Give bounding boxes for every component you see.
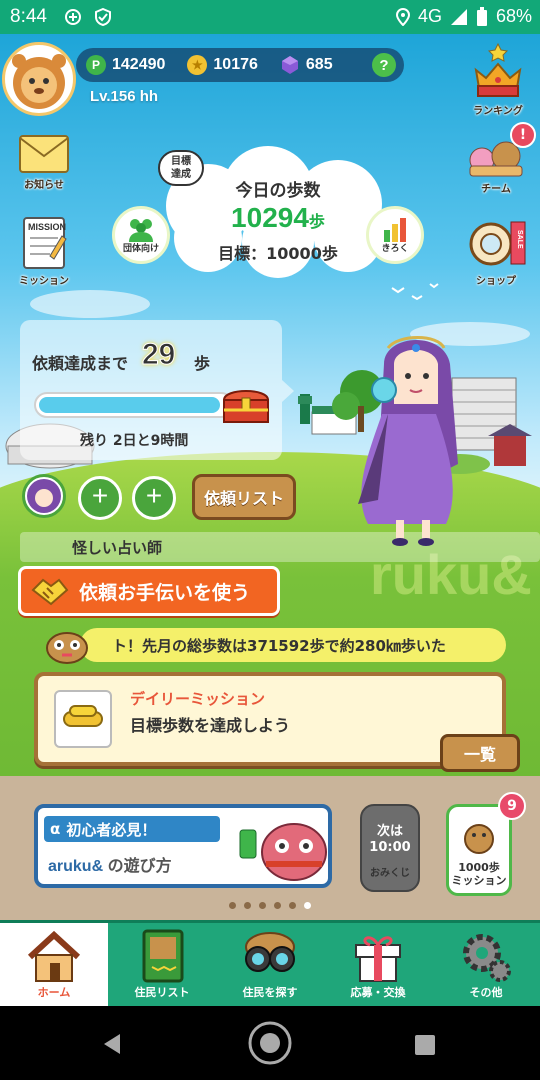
request-list-button[interactable]: 依頼リスト xyxy=(192,474,296,520)
coins-display: ★ 10176 xyxy=(187,55,258,75)
record-button[interactable]: きろく xyxy=(366,206,424,264)
data-saver-icon xyxy=(65,9,81,25)
add-resident-slot[interactable]: + xyxy=(78,476,122,520)
house-icon xyxy=(27,930,81,982)
player-level: Lv.156 hh xyxy=(90,88,159,105)
daily-mission-title: デイリーミッション xyxy=(130,690,266,708)
beginner-guide-banner[interactable]: α 初心者必見！ aruku& の遊び方 xyxy=(34,804,332,888)
shop-magnifier-icon: SALE xyxy=(469,221,526,266)
handshake-icon xyxy=(31,578,69,606)
use-request-help-button[interactable]: 依頼お手伝いを使う xyxy=(18,566,280,616)
banner-mascot-icon xyxy=(239,823,327,881)
carousel-indicator xyxy=(0,902,540,909)
request-panel: 依頼達成まで 29 歩 残り 2日と9時間 xyxy=(20,320,282,460)
player-avatar[interactable] xyxy=(2,42,76,116)
gift-icon xyxy=(355,936,401,982)
signal-icon xyxy=(450,8,467,25)
clock: 8:44 xyxy=(10,6,47,27)
tab-find-residents[interactable]: 住民を探す xyxy=(216,923,324,1006)
points-display: P 142490 xyxy=(86,55,165,75)
bottom-tab-bar: ホーム 住民リスト 住民を探す 応募・交換 その他 xyxy=(0,920,540,1006)
group-people-icon xyxy=(129,219,153,242)
carousel-dot[interactable] xyxy=(274,902,281,909)
location-icon xyxy=(395,7,410,26)
gems-display: 685 xyxy=(280,55,333,75)
crown-icon xyxy=(474,42,522,97)
add-resident-slot[interactable]: + xyxy=(132,476,176,520)
tab-others[interactable]: その他 xyxy=(432,923,540,1006)
coin-stack-icon xyxy=(63,705,103,727)
request-progress-bar xyxy=(34,392,234,418)
currency-bar: P 142490 ★ 10176 685 ? xyxy=(76,48,404,82)
mission-card-icon: MISSION xyxy=(23,217,67,269)
goal-achieved-bubble: 目標 達成 xyxy=(158,150,204,186)
carousel-dot[interactable] xyxy=(229,902,236,909)
tab-apply-exchange[interactable]: 応募・交換 xyxy=(324,923,432,1006)
ranking-button[interactable]: ランキング xyxy=(458,42,538,117)
character-name: 怪しい占い師 xyxy=(72,539,163,557)
battery-icon xyxy=(476,6,487,26)
daily-mission-card[interactable]: デイリーミッション 目標歩数を達成しよう xyxy=(34,672,506,766)
fortune-teller-avatar-icon xyxy=(27,479,61,513)
lion-avatar-icon xyxy=(12,54,66,109)
omikuji-button[interactable]: 次は 10:00 おみくじ xyxy=(360,804,420,892)
home-circle-icon[interactable] xyxy=(247,1020,293,1066)
help-button[interactable]: ? xyxy=(372,53,396,77)
team-notification-badge: ! xyxy=(510,122,536,148)
status-bar: 8:44 4G 68% xyxy=(0,0,540,34)
bar-chart-icon xyxy=(384,218,406,242)
mission-reward-icon xyxy=(54,690,112,748)
request-progress-fill xyxy=(39,397,220,413)
svg-text:MISSION: MISSION xyxy=(28,222,66,232)
ticker-text: ト！先月の総歩数は371592歩で約280㎞歩いた xyxy=(112,637,446,655)
coin-icon: ★ xyxy=(187,55,208,75)
step-mission-badge: 9 xyxy=(498,792,526,820)
gear-icon xyxy=(463,934,511,982)
beaver-icon xyxy=(464,824,494,854)
news-ticker: ト！先月の総歩数は371592歩で約280㎞歩いた xyxy=(80,628,506,662)
request-time-left: 残り 2日と9時間 xyxy=(80,433,189,449)
system-navigation-bar xyxy=(0,1006,540,1080)
news-button[interactable]: お知らせ xyxy=(4,134,84,191)
mission-button[interactable]: MISSION ミッション xyxy=(4,216,84,287)
carousel-dot[interactable] xyxy=(259,902,266,909)
shop-button[interactable]: SALE ショップ xyxy=(456,216,536,287)
home-screen: ruku& P 142490 ★ 10176 685 ? Lv.156 hh お… xyxy=(0,34,540,920)
request-label: 依頼達成まで xyxy=(32,354,129,373)
carousel-dot[interactable] xyxy=(304,902,311,909)
shield-icon xyxy=(95,8,111,26)
group-button[interactable]: 団体向け xyxy=(112,206,170,264)
gem-icon xyxy=(281,56,298,74)
resident-slot-filled[interactable] xyxy=(22,474,66,518)
daily-mission-description: 目標歩数を達成しよう xyxy=(130,716,291,735)
fortune-teller-character[interactable] xyxy=(348,324,478,550)
tab-home[interactable]: ホーム xyxy=(0,923,108,1006)
recents-icon[interactable] xyxy=(414,1034,436,1056)
alpha-icon: α xyxy=(50,820,61,838)
back-icon[interactable] xyxy=(100,1032,124,1056)
carousel-dot[interactable] xyxy=(244,902,251,909)
network-type: 4G xyxy=(417,6,442,26)
tab-residents-list[interactable]: 住民リスト xyxy=(108,923,216,1006)
binoculars-icon xyxy=(245,932,295,972)
points-icon: P xyxy=(86,55,106,75)
envelope-icon xyxy=(19,135,69,173)
remaining-steps: 29 xyxy=(141,338,176,372)
owl-mascot-icon xyxy=(46,632,88,664)
step-mission-button[interactable]: 1000歩 ミッション xyxy=(446,804,512,896)
mission-list-button[interactable]: 一覧 xyxy=(440,734,520,772)
battery-percent: 68% xyxy=(495,6,532,26)
treasure-chest-icon xyxy=(222,390,270,423)
carousel-dot[interactable] xyxy=(289,902,296,909)
book-icon xyxy=(142,929,184,983)
svg-text:SALE: SALE xyxy=(516,230,523,249)
